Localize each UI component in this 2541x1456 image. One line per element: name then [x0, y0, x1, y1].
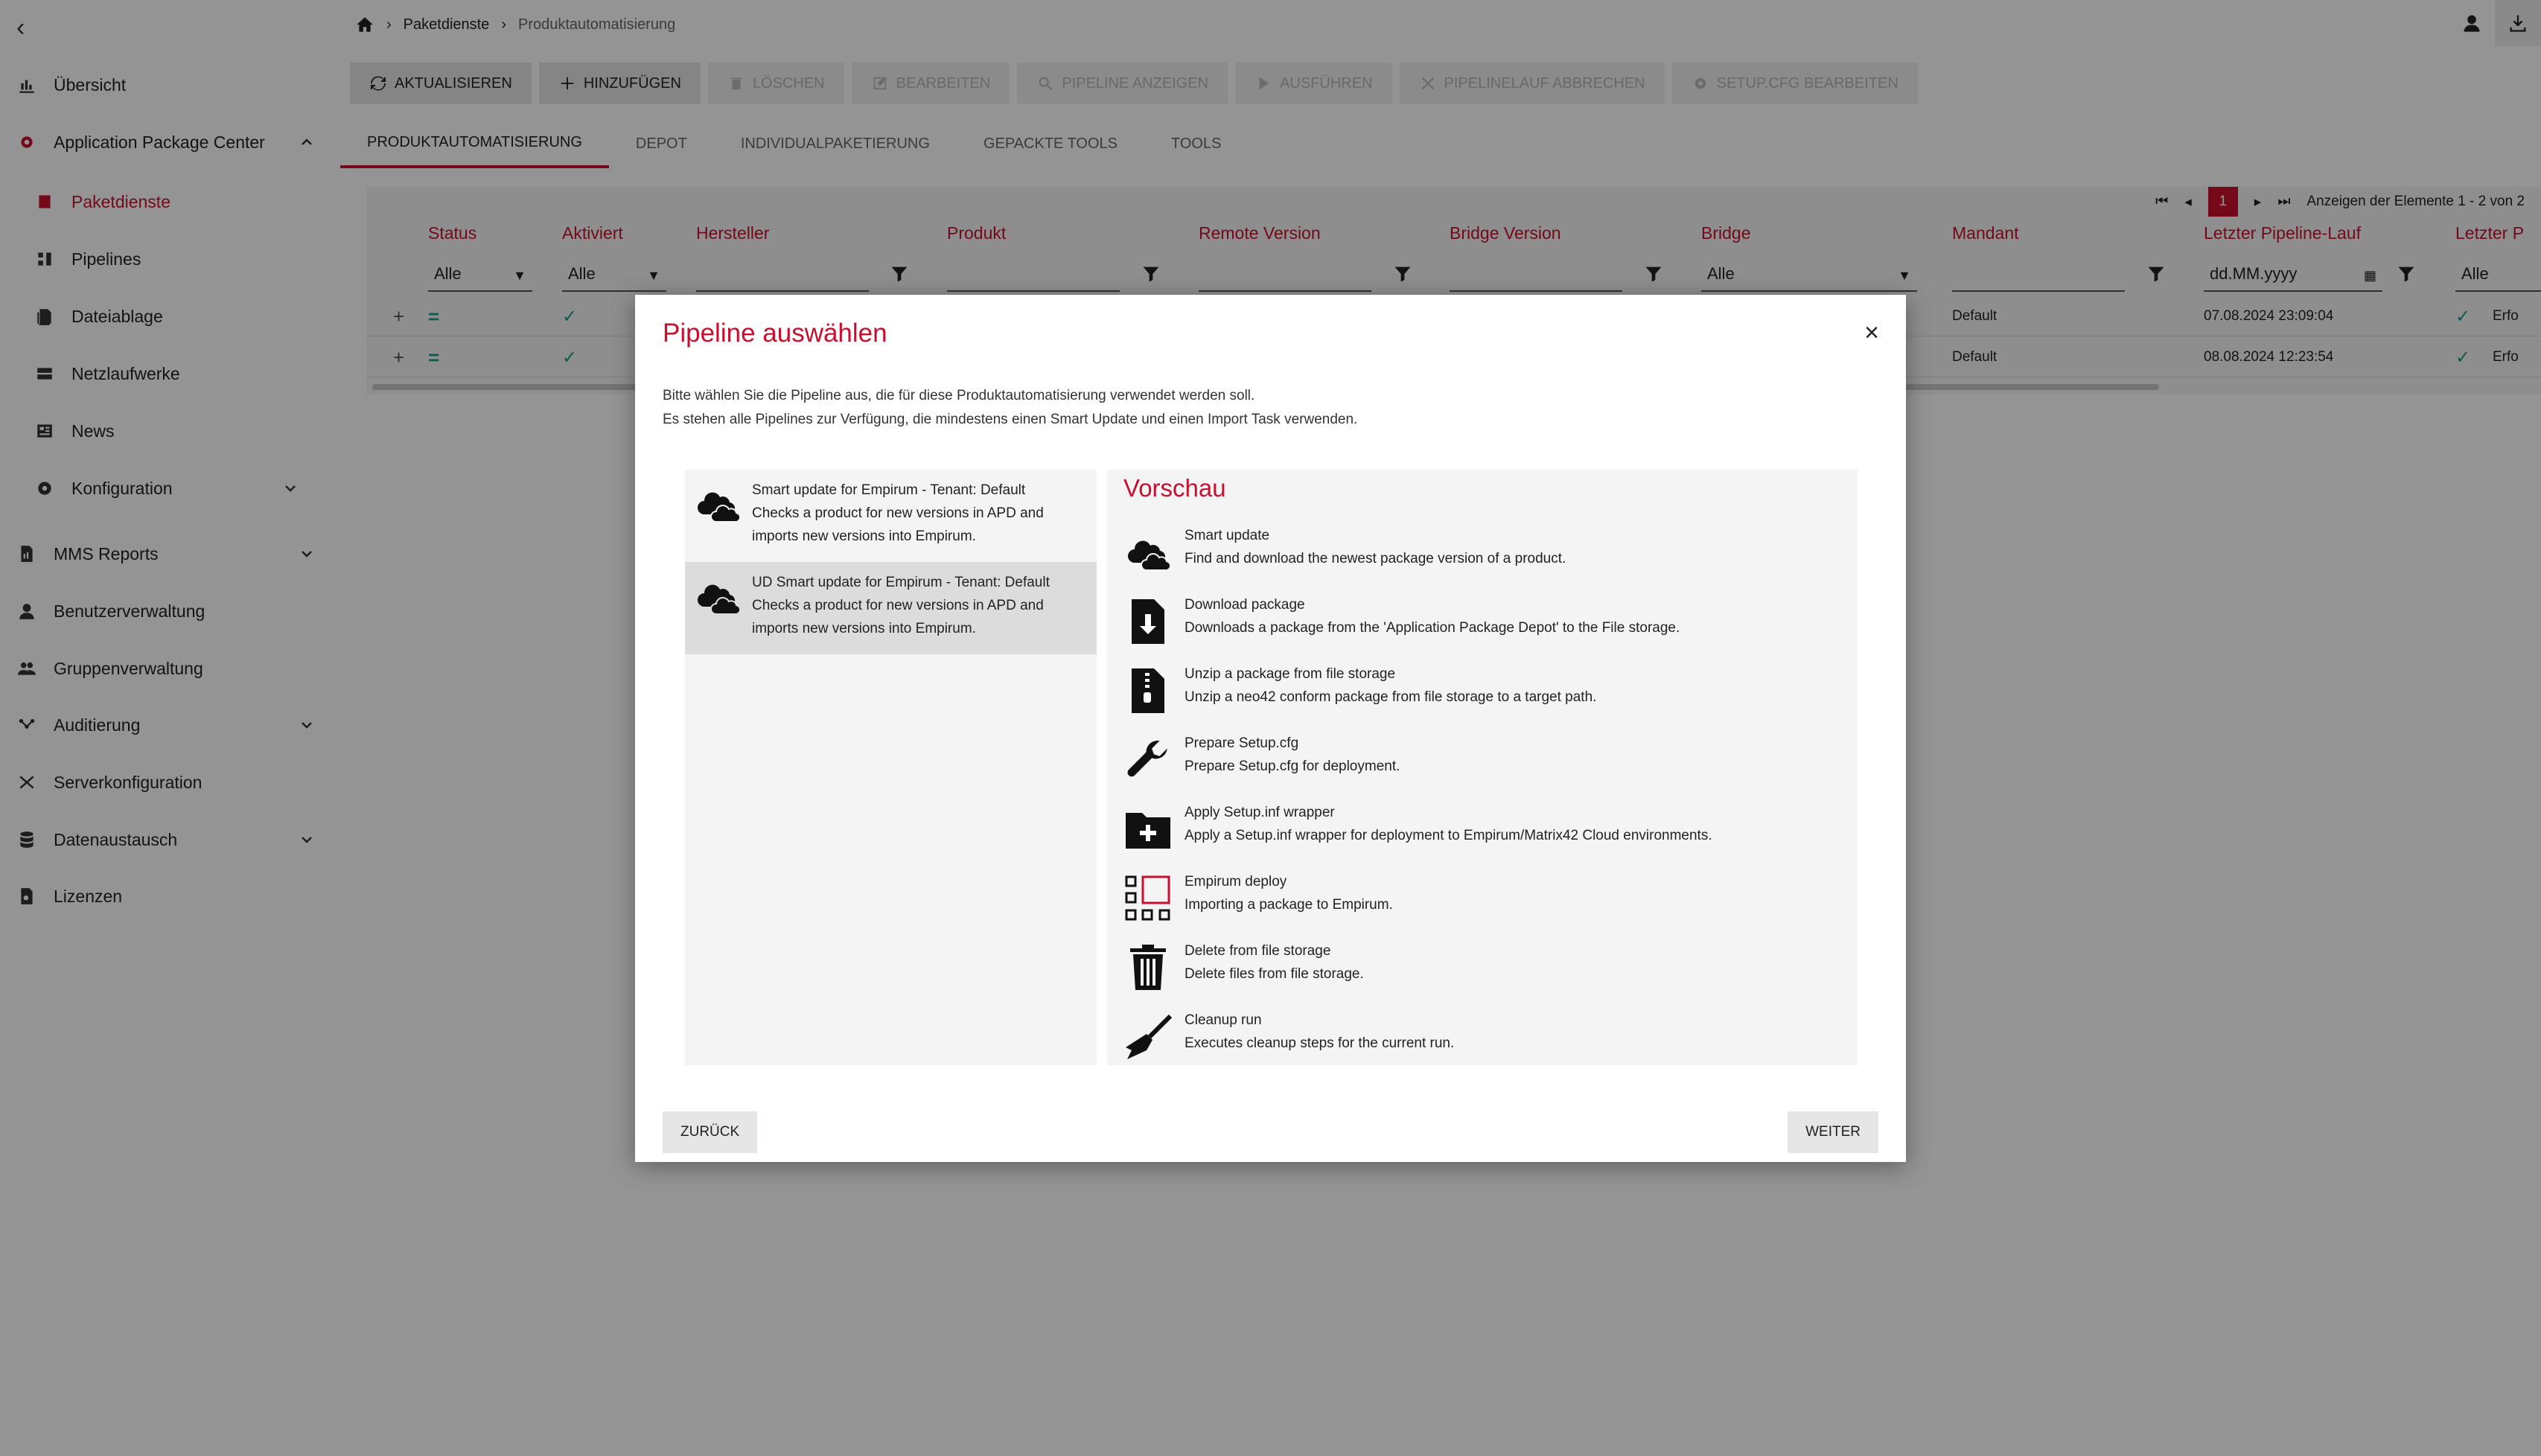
step-description: Importing a package to Empirum. — [1185, 897, 1393, 913]
pipeline-description: Checks a product for new versions in APD… — [752, 505, 1044, 521]
pipeline-step: Delete from file storage Delete files fr… — [1123, 939, 1846, 998]
wrench-icon — [1123, 735, 1173, 785]
pipeline-step: Smart update Find and download the newes… — [1123, 523, 1846, 583]
file-download-icon — [1123, 597, 1173, 646]
app-root: ‹ Übersicht Application Package Center P… — [0, 0, 2541, 1456]
step-description: Prepare Setup.cfg for deployment. — [1185, 759, 1400, 774]
pipeline-description: imports new versions into Empirum. — [752, 529, 976, 544]
pipeline-list-item[interactable]: Smart update for Empirum - Tenant: Defau… — [685, 470, 1097, 562]
step-name: Apply Setup.inf wrapper — [1185, 805, 1335, 820]
step-name: Delete from file storage — [1185, 943, 1331, 959]
preview-title: Vorschau — [1123, 474, 1226, 502]
step-description: Delete files from file storage. — [1185, 966, 1364, 982]
pipeline-select-dialog: Pipeline auswählen × Bitte wählen Sie di… — [635, 295, 1906, 1162]
pipeline-list: Smart update for Empirum - Tenant: Defau… — [685, 470, 1097, 1065]
next-button[interactable]: Weiter — [1788, 1111, 1878, 1153]
broom-icon — [1123, 1012, 1173, 1061]
trash-icon — [1123, 943, 1173, 992]
step-description: Unzip a neo42 conform package from file … — [1185, 689, 1597, 705]
pipeline-step: Prepare Setup.cfg Prepare Setup.cfg for … — [1123, 731, 1846, 791]
dialog-title: Pipeline auswählen — [663, 319, 887, 348]
back-button[interactable]: Zurück — [663, 1111, 758, 1153]
pipeline-name: Smart update for Empirum - Tenant: Defau… — [752, 482, 1026, 498]
dialog-description: Bitte wählen Sie die Pipeline aus, die f… — [663, 384, 1357, 432]
pipeline-description: imports new versions into Empirum. — [752, 621, 976, 636]
pipeline-text: UD Smart update for Empirum - Tenant: De… — [752, 571, 1087, 640]
cloud-icon — [1123, 528, 1173, 577]
cloud-icon — [698, 492, 742, 523]
pipeline-description: Checks a product for new versions in APD… — [752, 598, 1044, 613]
step-description: Find and download the newest package ver… — [1185, 551, 1566, 566]
step-description: Downloads a package from the 'Applicatio… — [1185, 620, 1680, 636]
pipeline-step: Cleanup run Executes cleanup steps for t… — [1123, 1008, 1846, 1067]
pipeline-name: UD Smart update for Empirum - Tenant: De… — [752, 575, 1050, 590]
step-description: Apply a Setup.inf wrapper for deployment… — [1185, 828, 1712, 843]
step-name: Empirum deploy — [1185, 874, 1287, 890]
dialog-description-line: Bitte wählen Sie die Pipeline aus, die f… — [663, 388, 1255, 403]
preview-panel: Vorschau Smart update Find and download … — [1107, 470, 1858, 1065]
pipeline-step: Unzip a package from file storage Unzip … — [1123, 662, 1846, 721]
empirum-grid-icon — [1123, 874, 1173, 923]
step-description: Executes cleanup steps for the current r… — [1185, 1035, 1455, 1051]
close-icon[interactable]: × — [1864, 320, 1879, 345]
step-name: Prepare Setup.cfg — [1185, 735, 1299, 751]
pipeline-step: Apply Setup.inf wrapper Apply a Setup.in… — [1123, 800, 1846, 860]
pipeline-step: Download package Downloads a package fro… — [1123, 593, 1846, 652]
pipeline-list-item-selected[interactable]: UD Smart update for Empirum - Tenant: De… — [685, 562, 1097, 654]
folder-add-icon — [1123, 805, 1173, 854]
step-name: Download package — [1185, 597, 1305, 613]
pipeline-step: Empirum deploy Importing a package to Em… — [1123, 869, 1846, 929]
dialog-description-line: Es stehen alle Pipelines zur Verfügung, … — [663, 412, 1358, 427]
cloud-icon — [698, 584, 742, 616]
step-name: Cleanup run — [1185, 1012, 1262, 1028]
step-name: Unzip a package from file storage — [1185, 666, 1396, 682]
pipeline-text: Smart update for Empirum - Tenant: Defau… — [752, 479, 1087, 548]
step-name: Smart update — [1185, 528, 1270, 543]
zip-file-icon — [1123, 666, 1173, 715]
